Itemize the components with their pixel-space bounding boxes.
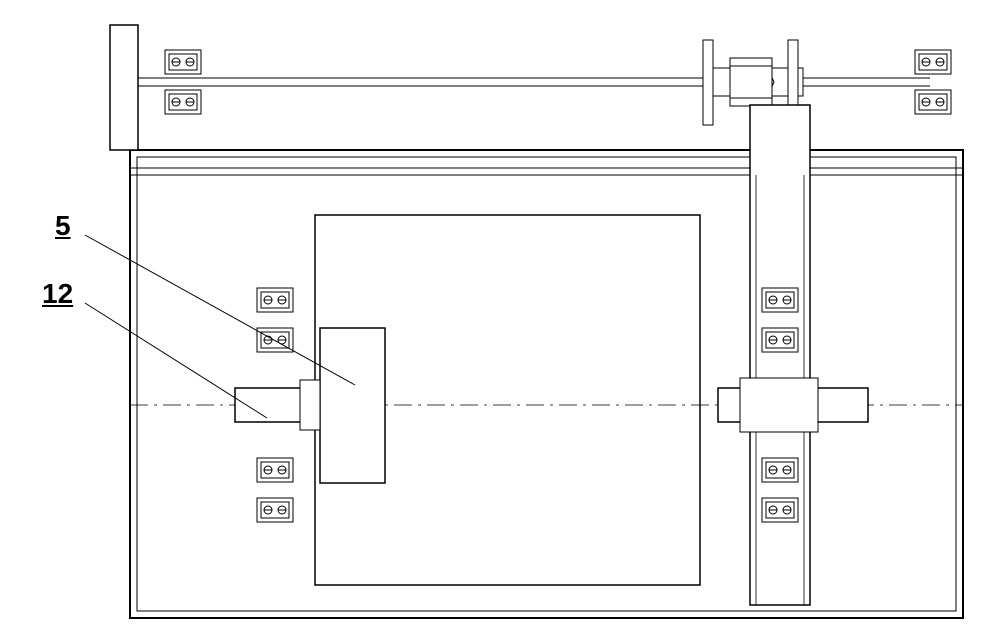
bottom-right-bearing-3 — [762, 458, 798, 482]
bottom-right-bearing-1 — [762, 288, 798, 312]
diagram-canvas: 5 12 — [0, 0, 1000, 641]
flange-block-5 — [320, 328, 385, 483]
top-shaft-flange-left — [703, 40, 713, 125]
left-end-plate — [110, 25, 138, 150]
leader-12 — [85, 303, 267, 418]
right-vertical-rail — [750, 105, 810, 605]
top-right-bearing-lower — [915, 90, 951, 114]
top-left-bearing-upper — [165, 50, 201, 74]
callout-label-5: 5 — [55, 210, 71, 242]
bottom-right-bearing-4 — [762, 498, 798, 522]
callout-label-12: 12 — [42, 278, 73, 310]
outer-frame — [130, 150, 963, 618]
bottom-right-bearing-2 — [762, 328, 798, 352]
top-right-bearing-upper — [915, 50, 951, 74]
bottom-left-bearing-3 — [257, 458, 293, 482]
bottom-left-bearing-1 — [257, 288, 293, 312]
top-left-bearing-lower — [165, 90, 201, 114]
bottom-left-bearing-4 — [257, 498, 293, 522]
technical-drawing — [0, 0, 1000, 641]
